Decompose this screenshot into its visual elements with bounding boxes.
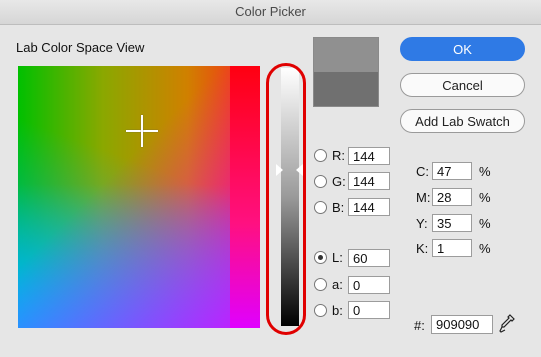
label-k: K:: [416, 241, 429, 256]
field-red-band: [230, 66, 260, 328]
eyedropper-icon[interactable]: [499, 314, 515, 334]
hex-label: #:: [414, 318, 425, 333]
hex-input[interactable]: 909090: [431, 315, 493, 334]
lab-color-field[interactable]: [18, 66, 260, 328]
input-r[interactable]: 144: [348, 147, 390, 165]
radio-a[interactable]: [314, 278, 327, 291]
input-b[interactable]: 144: [348, 198, 390, 216]
unit-c: %: [479, 164, 491, 179]
input-y[interactable]: 35: [432, 214, 472, 232]
input-c[interactable]: 47: [432, 162, 472, 180]
lab-view-label: Lab Color Space View: [16, 40, 145, 55]
radio-g[interactable]: [314, 175, 327, 188]
unit-m: %: [479, 190, 491, 205]
label-c: C:: [416, 164, 429, 179]
field-magenta-gradient: [18, 66, 260, 328]
label-m: M:: [416, 190, 431, 205]
input-b-lab[interactable]: 0: [348, 301, 390, 319]
radio-r[interactable]: [314, 149, 327, 162]
label-a: a:: [332, 277, 343, 292]
input-m[interactable]: 28: [432, 188, 472, 206]
label-y: Y:: [416, 216, 428, 231]
slider-highlight-ring: [266, 63, 306, 335]
slider-thumb-left[interactable]: [276, 164, 283, 176]
crosshair-cursor-vertical: [141, 115, 143, 147]
label-b: B:: [332, 200, 345, 215]
current-color-swatch[interactable]: [314, 72, 378, 106]
input-l[interactable]: 60: [348, 249, 390, 267]
cancel-button[interactable]: Cancel: [400, 73, 525, 97]
input-a[interactable]: 0: [348, 276, 390, 294]
window-title: Color Picker: [0, 0, 541, 25]
new-color-swatch: [314, 38, 378, 72]
radio-b[interactable]: [314, 201, 327, 214]
input-g[interactable]: 144: [348, 172, 390, 190]
radio-b-lab[interactable]: [314, 304, 327, 317]
color-swatch-preview: [313, 37, 379, 107]
radio-l[interactable]: [314, 251, 327, 264]
unit-k: %: [479, 241, 491, 256]
slider-thumb-right[interactable]: [296, 164, 303, 176]
label-g: G:: [332, 174, 346, 189]
label-l: L:: [332, 250, 343, 265]
label-b-lab: b:: [332, 303, 343, 318]
add-lab-swatch-button[interactable]: Add Lab Swatch: [400, 109, 525, 133]
ok-button[interactable]: OK: [400, 37, 525, 61]
unit-y: %: [479, 216, 491, 231]
label-r: R:: [332, 148, 345, 163]
input-k[interactable]: 1: [432, 239, 472, 257]
